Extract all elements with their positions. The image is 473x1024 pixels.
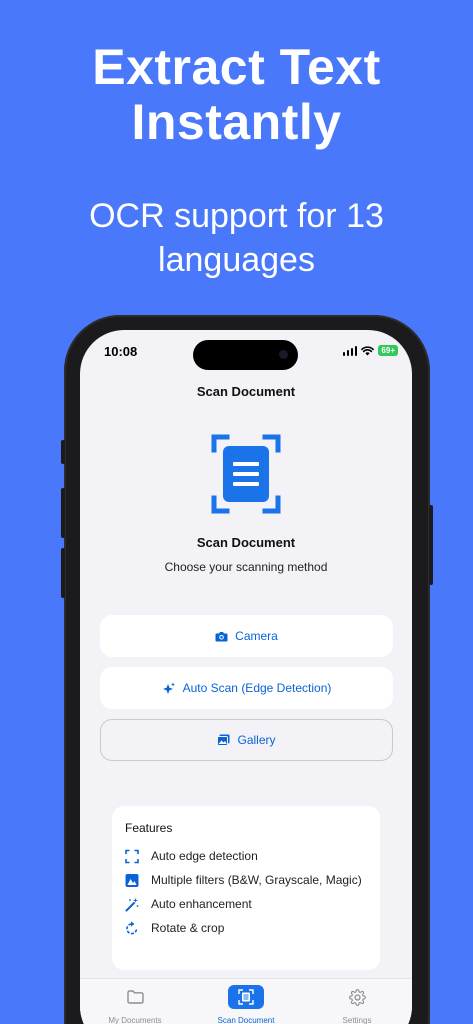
scanner-icon <box>238 989 254 1005</box>
phone-volume-up-button <box>61 488 65 538</box>
folder-icon <box>126 990 144 1004</box>
feature-label: Auto edge detection <box>151 849 258 863</box>
sparkles-icon <box>162 682 175 694</box>
feature-item: Auto enhancement <box>125 896 367 912</box>
gallery-button-label: Gallery <box>237 733 276 747</box>
promo-subheadline-line1: OCR support for 13 <box>89 197 384 235</box>
nav-title: Scan Document <box>196 384 296 399</box>
features-title: Features <box>125 821 173 835</box>
wifi-icon <box>361 345 375 355</box>
photo-icon <box>217 734 230 746</box>
auto-scan-button-label: Auto Scan (Edge Detection) <box>182 681 332 695</box>
feature-label: Multiple filters (B&W, Grayscale, Magic) <box>151 873 362 887</box>
tab-scan-document[interactable]: Scan Document <box>191 985 301 1024</box>
feature-label: Auto enhancement <box>151 897 252 911</box>
feature-item: Auto edge detection <box>125 848 367 864</box>
camera-button[interactable]: Camera <box>100 615 393 657</box>
tab-my-documents[interactable]: My Documents <box>80 985 190 1024</box>
hero-subtitle: Choose your scanning method <box>164 560 328 574</box>
corner-brackets-icon <box>125 849 139 864</box>
tab-settings[interactable]: Settings <box>302 985 412 1024</box>
phone-power-button <box>429 505 433 585</box>
gear-icon <box>348 988 366 1006</box>
promo-subheadline-line2: languages <box>158 241 315 279</box>
cellular-signal-icon <box>342 345 358 356</box>
active-tab-highlight <box>228 985 264 1009</box>
feature-item: Multiple filters (B&W, Grayscale, Magic) <box>125 872 367 888</box>
magic-wand-icon <box>125 898 139 912</box>
camera-button-label: Camera <box>235 629 278 643</box>
hero-title: Scan Document <box>196 535 296 550</box>
battery-indicator: 69+ <box>378 345 398 356</box>
feature-label: Rotate & crop <box>151 921 225 935</box>
dynamic-island <box>193 340 298 370</box>
promo-headline: Extract Text Instantly <box>0 40 473 150</box>
tab-label: Settings <box>342 1016 372 1024</box>
rotate-icon <box>126 921 138 935</box>
phone-mute-switch <box>61 440 65 464</box>
camera-lens <box>279 350 288 359</box>
tab-label: My Documents <box>108 1016 162 1024</box>
feature-item: Rotate & crop <box>125 920 367 936</box>
status-indicators: 69+ <box>342 345 398 356</box>
auto-scan-button[interactable]: Auto Scan (Edge Detection) <box>100 667 393 709</box>
phone-volume-down-button <box>61 548 65 598</box>
gallery-button[interactable]: Gallery <box>100 719 393 761</box>
filter-icon <box>125 874 139 887</box>
document-scanner-icon <box>211 434 281 514</box>
status-time: 10:08 <box>104 344 138 359</box>
features-card: Features Auto edge detection Multiple fi… <box>112 806 380 970</box>
tab-bar: My Documents Scan Document Settings <box>80 978 412 1024</box>
camera-icon <box>215 631 228 641</box>
phone-screen: 10:08 69+ Scan Document Scan Document Ch… <box>80 330 412 1024</box>
promo-subheadline: OCR support for 13 languages <box>0 194 473 282</box>
promo-headline-line2: Instantly <box>131 94 342 150</box>
tab-label: Scan Document <box>217 1016 275 1024</box>
promo-headline-line1: Extract Text <box>92 39 381 95</box>
